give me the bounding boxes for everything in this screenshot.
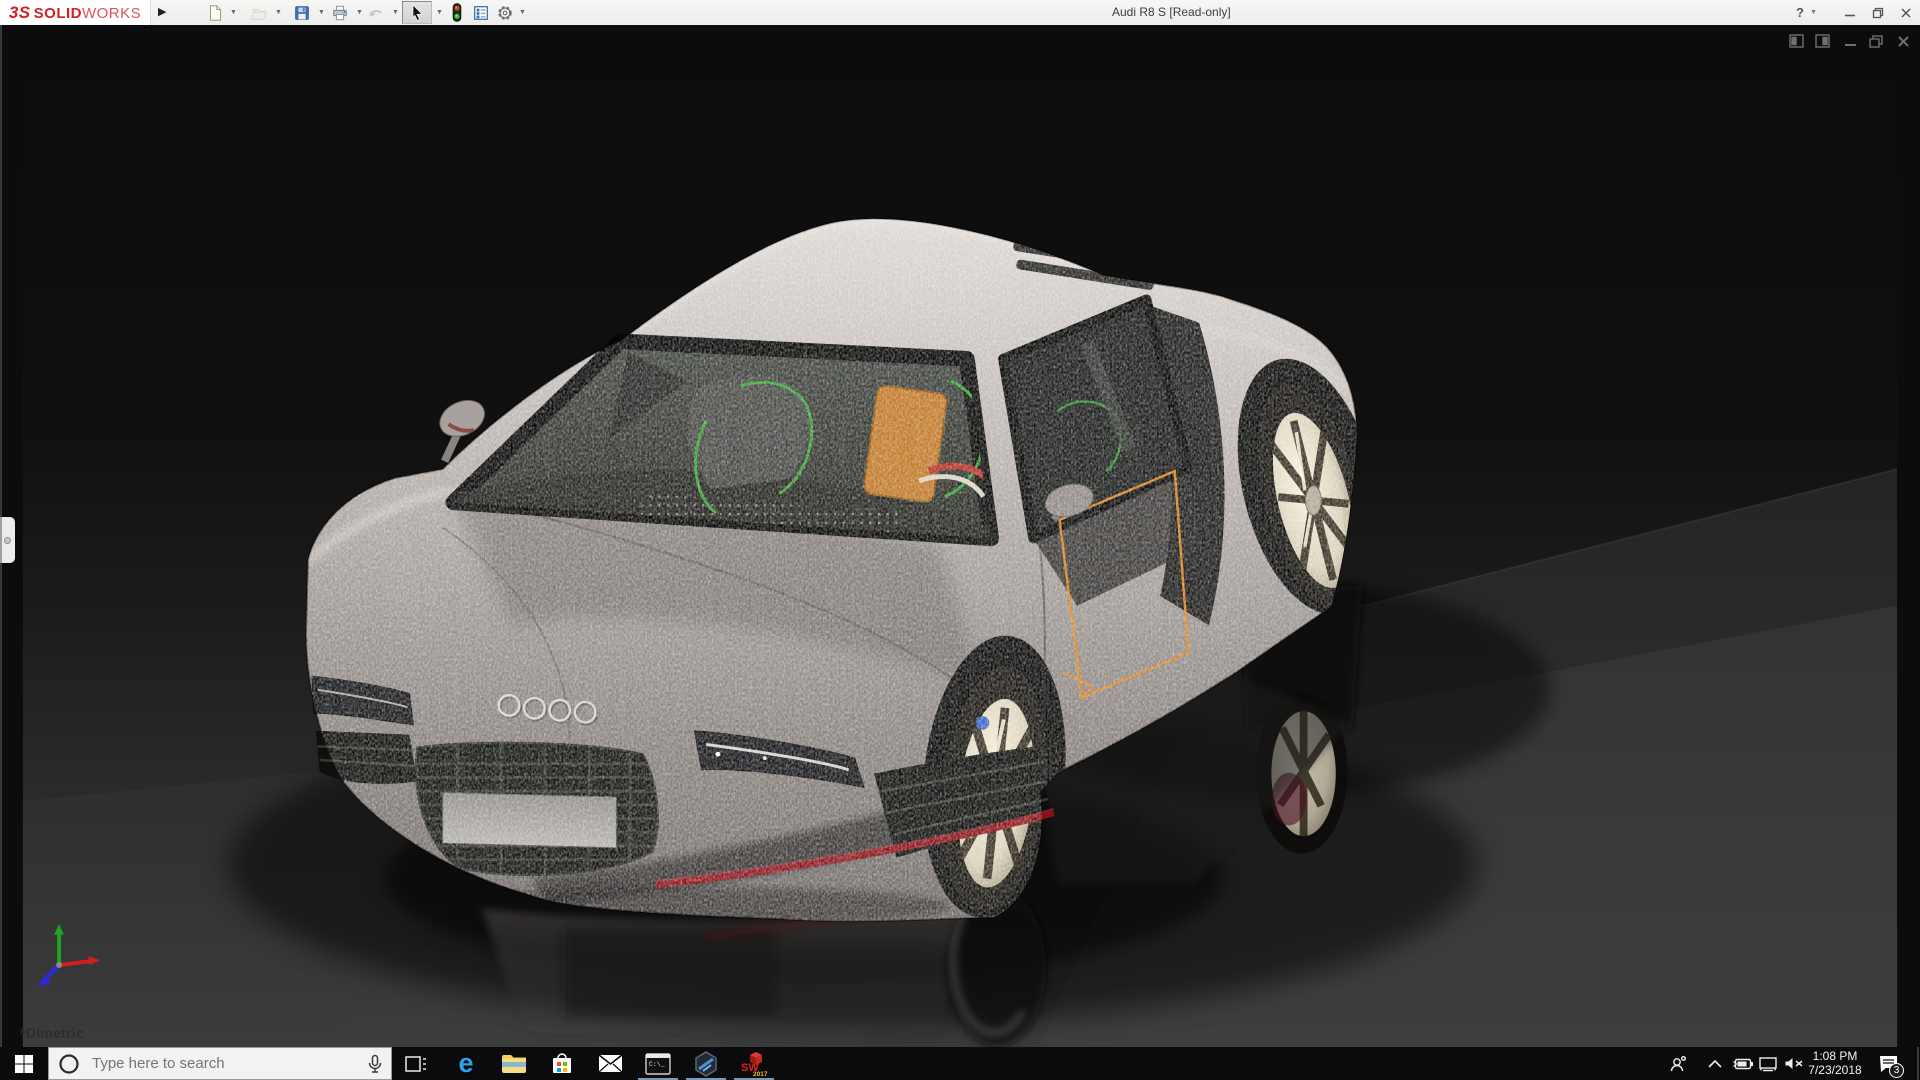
windows-logo-icon — [14, 1054, 34, 1074]
svg-text:C:\_: C:\_ — [649, 1061, 665, 1068]
people-icon — [1669, 1055, 1687, 1073]
mail-icon — [598, 1054, 623, 1073]
taskbar-app-file-explorer[interactable] — [490, 1047, 538, 1080]
edge-icon: e — [458, 1050, 473, 1077]
taskbar-app-composer[interactable] — [682, 1047, 730, 1080]
show-desktop-button[interactable] — [1917, 1047, 1919, 1080]
store-icon — [550, 1052, 574, 1076]
new-document-button[interactable] — [204, 2, 226, 23]
battery-icon — [1733, 1058, 1753, 1070]
taskbar-app-mail[interactable] — [586, 1047, 634, 1080]
taskbar-app-command-prompt[interactable]: C:\_ — [634, 1047, 682, 1080]
volume-muted-icon — [1784, 1056, 1804, 1071]
chevron-up-icon — [1708, 1059, 1722, 1068]
doc-split-pane-button[interactable] — [1811, 32, 1833, 50]
open-button[interactable] — [248, 2, 270, 23]
undo-icon — [367, 4, 385, 22]
view-orientation-label: *Dimetric — [20, 1025, 84, 1041]
options-gear-icon — [496, 4, 514, 22]
save-dropdown[interactable]: ▼ — [318, 9, 326, 17]
microphone-icon[interactable] — [367, 1054, 383, 1074]
tray-time: 1:08 PM — [1802, 1049, 1868, 1063]
solidworks-logo-light: WORKS — [82, 5, 141, 22]
minimize-button[interactable] — [1838, 3, 1862, 22]
task-view-button[interactable] — [392, 1047, 440, 1080]
start-button[interactable] — [0, 1047, 48, 1080]
solidworks-2017-icon: SW 2017 — [740, 1051, 768, 1077]
search-input[interactable] — [90, 1054, 344, 1073]
undo-button[interactable] — [365, 2, 387, 23]
print-dropdown[interactable]: ▼ — [356, 9, 364, 17]
save-button[interactable] — [291, 2, 313, 23]
new-document-icon — [206, 4, 224, 22]
task-view-icon — [405, 1055, 427, 1073]
taskbar-search[interactable] — [48, 1047, 392, 1080]
restore-button[interactable] — [1866, 3, 1890, 22]
new-document-dropdown[interactable]: ▼ — [230, 9, 238, 17]
tray-clock[interactable]: 1:08 PM 7/23/2018 — [1802, 1049, 1868, 1078]
select-tool-button[interactable] — [402, 1, 432, 24]
solidworks-logo-mark: 3S — [9, 3, 31, 22]
svg-text:2017: 2017 — [753, 1071, 768, 1077]
doc-new-window-button[interactable] — [1785, 32, 1807, 50]
open-dropdown[interactable]: ▼ — [275, 9, 283, 17]
solidworks-logo-bold: SOLID — [34, 5, 82, 22]
taskbar-app-store[interactable] — [538, 1047, 586, 1080]
help-button[interactable]: ? — [1788, 3, 1812, 22]
window-title: Audi R8 S [Read-only] — [1112, 0, 1231, 25]
titlebar: 3SSOLIDWORKS ▶ ▼ ▼ ▼ ▼ ▼ ▼ ▼ Audi R8 S [… — [0, 0, 1920, 26]
windows-taskbar: e C:\_ — [0, 1047, 1920, 1080]
command-prompt-icon: C:\_ — [645, 1053, 671, 1075]
doc-minimize-button[interactable] — [1839, 32, 1861, 50]
solidworks-logo: 3SSOLIDWORKS — [0, 0, 151, 25]
notification-badge: 3 — [1889, 1063, 1904, 1078]
display-pane-icon — [472, 4, 490, 22]
doc-close-button[interactable] — [1892, 32, 1914, 50]
tray-date: 7/23/2018 — [1802, 1063, 1868, 1077]
doc-restore-button[interactable] — [1865, 32, 1887, 50]
options-dropdown[interactable]: ▼ — [519, 9, 527, 17]
close-button[interactable] — [1894, 3, 1918, 22]
print-icon — [331, 4, 349, 22]
panel-splitter[interactable] — [0, 25, 2, 1047]
cortana-icon — [58, 1053, 80, 1075]
composer-hexagon-icon — [694, 1051, 718, 1077]
tray-people-button[interactable] — [1662, 1047, 1694, 1080]
help-dropdown[interactable]: ▼ — [1810, 9, 1818, 17]
display-pane-button[interactable] — [470, 2, 492, 23]
menu-flyout-arrow-icon[interactable]: ▶ — [158, 5, 172, 19]
select-dropdown[interactable]: ▼ — [436, 9, 444, 17]
options-button[interactable] — [494, 2, 516, 23]
print-button[interactable] — [329, 2, 351, 23]
expand-panel-icon — [4, 537, 11, 544]
select-cursor-icon — [409, 4, 425, 21]
3d-scene — [0, 25, 1920, 1047]
taskbar-app-solidworks[interactable]: SW 2017 — [730, 1047, 778, 1080]
save-icon — [293, 4, 311, 22]
traffic-light-icon — [450, 3, 464, 22]
undo-dropdown[interactable]: ▼ — [392, 9, 400, 17]
rebuild-button[interactable] — [446, 2, 468, 23]
tray-chevron-button[interactable] — [1700, 1047, 1730, 1080]
graphics-viewport[interactable]: *Dimetric — [0, 25, 1920, 1047]
file-explorer-icon — [501, 1053, 527, 1075]
network-icon — [1758, 1056, 1778, 1072]
open-icon — [250, 4, 268, 22]
taskbar-app-edge[interactable]: e — [442, 1047, 490, 1080]
feature-manager-collapsed-tab[interactable] — [0, 517, 15, 563]
